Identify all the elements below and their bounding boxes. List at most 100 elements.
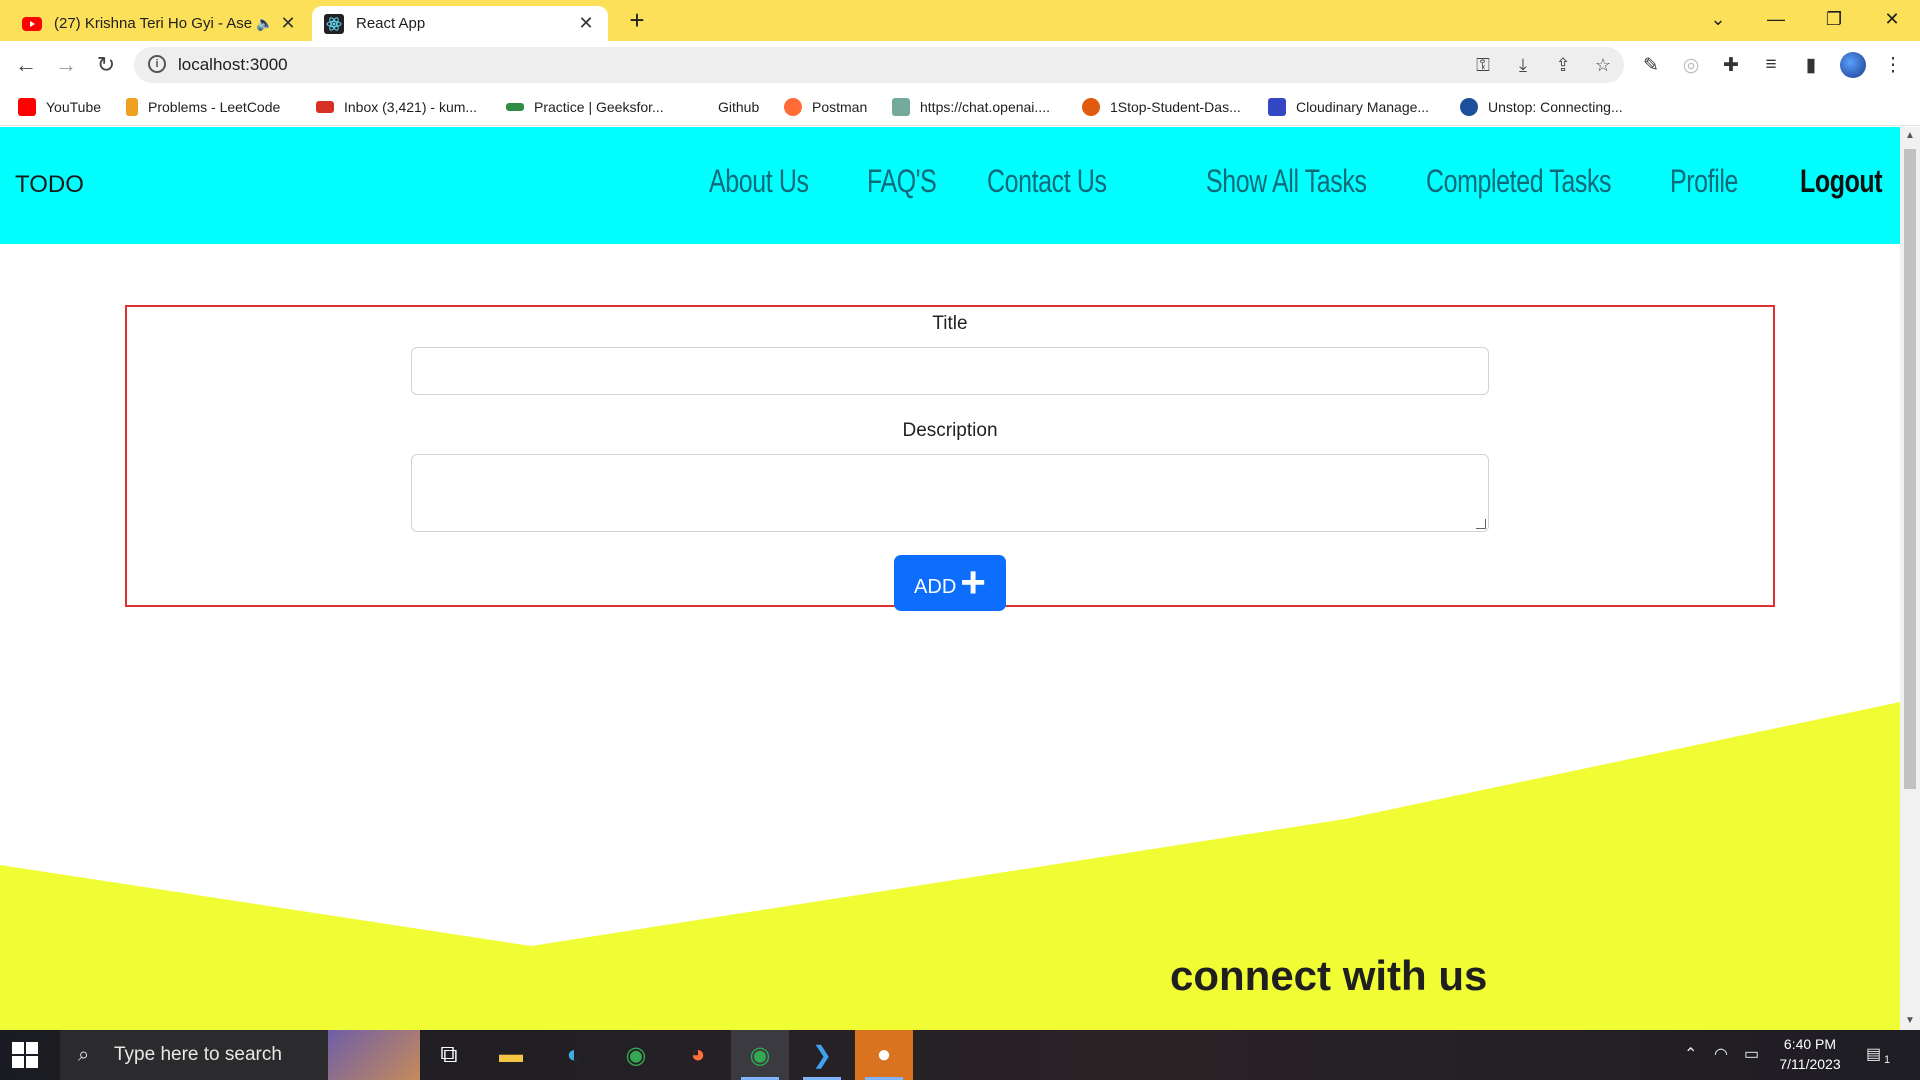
clock-date: 7/11/2023: [1779, 1056, 1841, 1072]
install-icon[interactable]: ⤓: [1510, 55, 1536, 77]
nav-faqs[interactable]: FAQ'S: [867, 163, 937, 200]
nav-logout[interactable]: Logout: [1800, 163, 1883, 200]
bookmark-geeksforgeeks[interactable]: Practice | Geeksfor...: [506, 96, 664, 118]
resize-grip-icon[interactable]: [1476, 519, 1486, 529]
network-icon[interactable]: ◠: [1714, 1044, 1728, 1064]
notification-icon[interactable]: ▤: [1866, 1044, 1881, 1064]
scroll-up-icon[interactable]: ▲: [1900, 127, 1920, 145]
youtube-icon: [22, 14, 42, 34]
extension-circle-icon[interactable]: ◎: [1678, 54, 1704, 78]
reload-icon[interactable]: ↻: [90, 49, 122, 81]
top-navbar: TODO About Us FAQ'S Contact Us Show All …: [0, 127, 1900, 244]
bookmark-github[interactable]: Github: [718, 96, 759, 118]
back-icon[interactable]: ←: [10, 49, 42, 81]
nav-profile[interactable]: Profile: [1670, 163, 1738, 200]
add-task-button[interactable]: ADD +: [894, 555, 1006, 611]
chrome-icon[interactable]: ◉: [607, 1030, 665, 1080]
title-input[interactable]: [411, 347, 1489, 395]
description-textarea[interactable]: [411, 454, 1489, 532]
profile-avatar[interactable]: [1840, 52, 1866, 78]
address-bar[interactable]: i localhost:3000 ⚿ ⤓ ⇪ ☆: [134, 47, 1624, 83]
media-control-icon[interactable]: ≡: [1758, 54, 1784, 78]
search-highlight-image: [328, 1030, 420, 1080]
search-icon: ⌕: [78, 1043, 90, 1066]
chrome-active-icon[interactable]: ◉: [731, 1030, 789, 1080]
geeksforgeeks-icon: [506, 103, 524, 111]
plus-icon: +: [960, 558, 986, 607]
close-tab-icon[interactable]: ✕: [278, 13, 298, 34]
unstop-icon: [1460, 98, 1478, 116]
bookmark-youtube[interactable]: YouTube: [18, 96, 101, 118]
clock-time: 6:40 PM: [1783, 1036, 1837, 1052]
description-label: Description: [902, 420, 998, 441]
bookmark-unstop[interactable]: Unstop: Connecting...: [1460, 96, 1623, 118]
notification-count: 1: [1884, 1054, 1891, 1066]
connect-heading: connect with us: [1170, 952, 1488, 999]
url-text[interactable]: localhost:3000: [178, 55, 288, 75]
tab-react-app[interactable]: React App ✕: [312, 6, 608, 41]
new-tab-button[interactable]: +: [622, 6, 652, 36]
nav-about-us[interactable]: About Us: [709, 163, 809, 200]
taskbar-search-box[interactable]: ⌕ Type here to search: [60, 1030, 420, 1080]
firefox-icon[interactable]: ◕: [669, 1030, 727, 1080]
gmail-icon: [316, 101, 334, 113]
nav-show-all-tasks[interactable]: Show All Tasks: [1206, 163, 1367, 200]
tab-title: React App: [356, 15, 426, 32]
bookmark-label: 1Stop-Student-Das...: [1110, 99, 1241, 115]
windows-taskbar: ⌕ Type here to search ⧉ ▬ ◐ ◉ ◕ ◉ ❯ ● ⌃ …: [0, 1030, 1920, 1080]
youtube-icon: [18, 98, 36, 116]
nav-contact-us[interactable]: Contact Us: [987, 163, 1107, 200]
edge-icon[interactable]: ◐: [545, 1030, 603, 1080]
bookmark-label: YouTube: [46, 99, 102, 115]
leetcode-icon: [126, 98, 138, 116]
taskbar-clock[interactable]: 6:40 PM 7/11/2023: [1765, 1034, 1855, 1074]
battery-icon[interactable]: ▭: [1744, 1044, 1759, 1064]
task-view-icon[interactable]: ⧉: [420, 1030, 478, 1080]
forward-icon[interactable]: →: [50, 49, 82, 81]
bookmark-gmail[interactable]: Inbox (3,421) - kum...: [316, 96, 477, 118]
nav-completed-tasks[interactable]: Completed Tasks: [1426, 163, 1612, 200]
cloudinary-icon: [1268, 98, 1286, 116]
menu-kebab-icon[interactable]: ⋮: [1880, 54, 1906, 78]
close-window-button[interactable]: ✕: [1864, 0, 1920, 41]
postman-icon: [784, 98, 802, 116]
browser-toolbar: ← → ↻ i localhost:3000 ⚿ ⤓ ⇪ ☆ ✎ ◎ ✚ ≡ ▮…: [0, 41, 1920, 88]
scrollbar-thumb[interactable]: [1904, 149, 1916, 789]
tab-search-icon[interactable]: ⌄: [1690, 0, 1746, 41]
share-icon[interactable]: ⇪: [1550, 55, 1576, 77]
windows-start-icon[interactable]: [12, 1042, 38, 1068]
page-scrollbar[interactable]: ▲ ▼: [1900, 127, 1920, 1030]
bookmark-cloudinary[interactable]: Cloudinary Manage...: [1268, 96, 1429, 118]
pen-extension-icon[interactable]: ✎: [1638, 54, 1664, 78]
bookmark-postman[interactable]: Postman: [784, 96, 867, 118]
bookmark-1stop[interactable]: 1Stop-Student-Das...: [1082, 96, 1241, 118]
bookmark-label: Practice | Geeksfor...: [534, 99, 664, 115]
tab-title: (27) Krishna Teri Ho Gyi - Ase: [54, 15, 253, 32]
scroll-down-icon[interactable]: ▼: [1900, 1012, 1920, 1030]
puzzle-extensions-icon[interactable]: ✚: [1718, 54, 1744, 78]
file-explorer-icon[interactable]: ▬: [482, 1030, 540, 1080]
bookmark-leetcode[interactable]: Problems - LeetCode: [126, 96, 280, 118]
mongodb-compass-icon[interactable]: ●: [855, 1030, 913, 1080]
bookmark-label: Postman: [812, 99, 868, 115]
bookmark-label: https://chat.openai....: [920, 99, 1050, 115]
close-tab-icon[interactable]: ✕: [576, 13, 596, 34]
bookmark-label: Github: [718, 99, 760, 115]
browser-tab-bar: (27) Krishna Teri Ho Gyi - Ase 🔈 ✕ React…: [0, 0, 1920, 41]
tray-chevron-icon[interactable]: ⌃: [1684, 1044, 1697, 1064]
bookmark-star-icon[interactable]: ☆: [1590, 55, 1616, 77]
speaker-icon[interactable]: 🔈: [256, 15, 278, 32]
page-viewport: TODO About Us FAQ'S Contact Us Show All …: [0, 127, 1900, 1030]
bookmark-label: Problems - LeetCode: [148, 99, 281, 115]
tab-youtube[interactable]: (27) Krishna Teri Ho Gyi - Ase 🔈 ✕: [10, 6, 310, 41]
bookmark-chatgpt[interactable]: https://chat.openai....: [892, 96, 1050, 118]
add-task-form: Title Description ADD +: [125, 305, 1775, 611]
side-panel-icon[interactable]: ▮: [1798, 54, 1824, 78]
key-icon[interactable]: ⚿: [1470, 55, 1496, 77]
minimize-button[interactable]: —: [1748, 0, 1804, 41]
site-info-icon[interactable]: i: [148, 55, 166, 73]
brand-logo[interactable]: TODO: [15, 171, 84, 199]
vscode-icon[interactable]: ❯: [793, 1030, 851, 1080]
restore-button[interactable]: ❐: [1806, 0, 1862, 41]
bookmarks-bar: YouTube Problems - LeetCode Inbox (3,421…: [0, 88, 1920, 126]
